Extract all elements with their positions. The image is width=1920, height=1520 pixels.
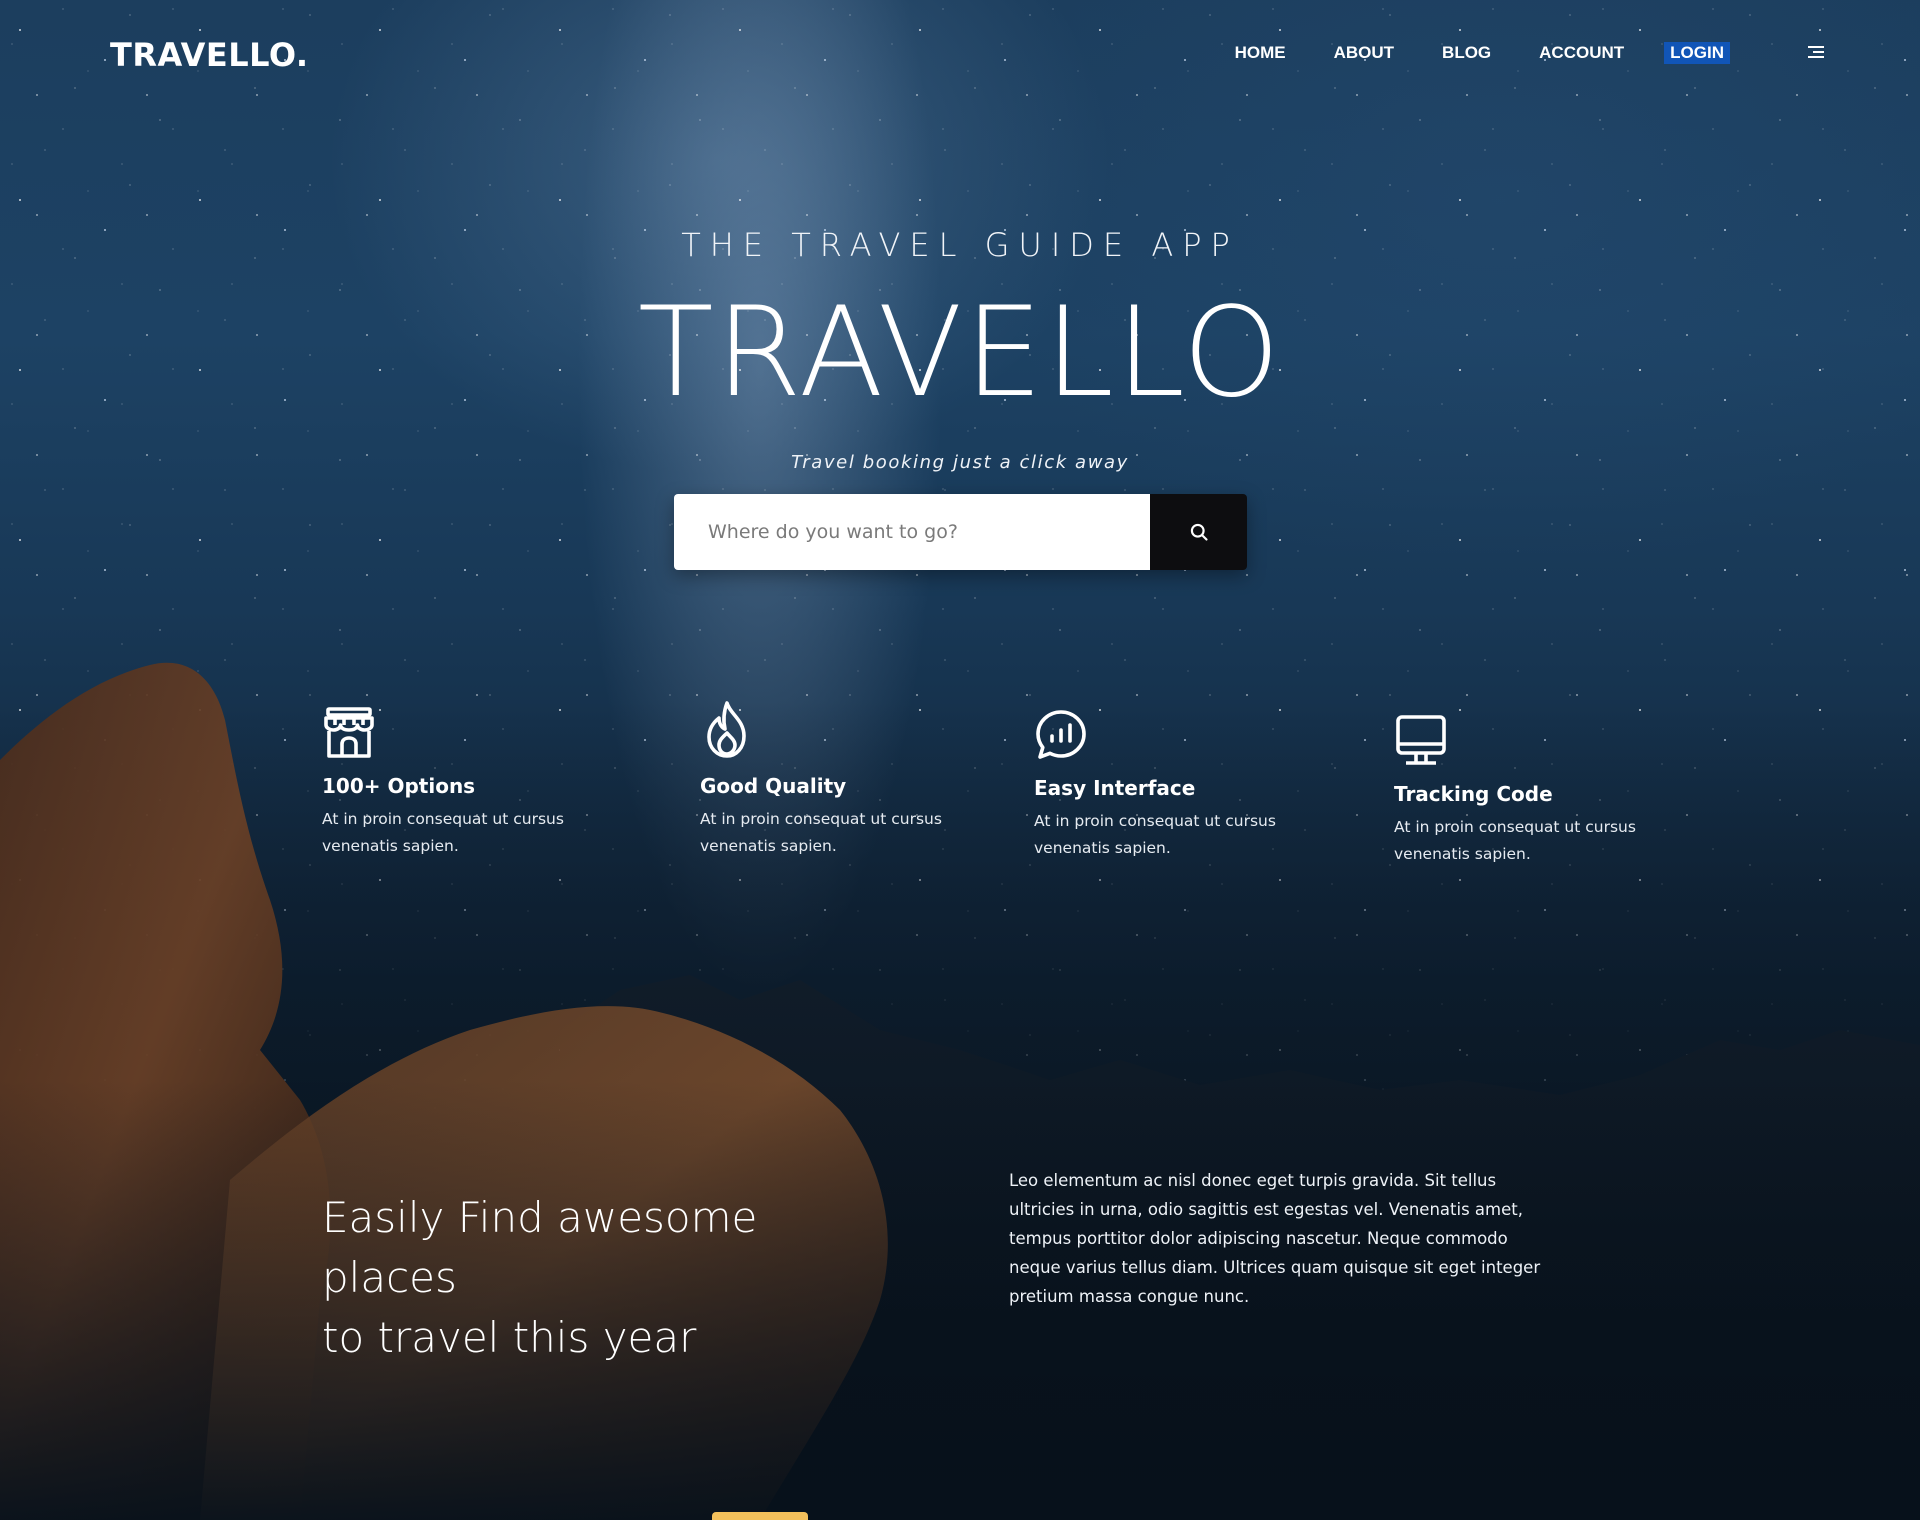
nav-login[interactable]: LOGIN: [1664, 42, 1730, 64]
section-heading-line-1: Easily Find awesome places: [322, 1193, 758, 1302]
feature-text: At in proin consequat ut cursus venenati…: [1394, 818, 1636, 863]
hero-title: TRAVELLO: [637, 281, 1283, 425]
nav-home[interactable]: HOME: [1235, 43, 1286, 63]
feature-text: At in proin consequat ut cursus venenati…: [700, 810, 942, 855]
site-logo[interactable]: TRAVELLO.: [110, 36, 308, 74]
nav-blog[interactable]: BLOG: [1442, 43, 1491, 63]
landing-page: TRAVELLO. HOME ABOUT BLOG ACCOUNT LOGIN …: [0, 0, 1920, 1520]
monitor-icon: [1396, 715, 1446, 765]
feature-title: Tracking Code: [1394, 782, 1553, 806]
destination-search-input[interactable]: [674, 494, 1150, 570]
feature-item: Good Quality At in proin consequat ut cu…: [700, 700, 1000, 860]
chat-chart-icon: [1036, 710, 1086, 759]
feature-title: Easy Interface: [1034, 776, 1196, 800]
feature-title: Good Quality: [700, 774, 847, 798]
hamburger-menu-icon[interactable]: [1806, 46, 1824, 60]
nav-about[interactable]: ABOUT: [1334, 43, 1394, 63]
hero-kicker: THE TRAVEL GUIDE APP: [681, 226, 1239, 264]
section-heading: Easily Find awesome places to travel thi…: [322, 1188, 882, 1368]
hero-tagline: Travel booking just a click away: [791, 452, 1129, 473]
feature-text: At in proin consequat ut cursus venenati…: [1034, 812, 1276, 857]
destination-search-form: [674, 494, 1247, 570]
main-nav: HOME ABOUT BLOG ACCOUNT LOGIN: [1187, 42, 1730, 64]
flame-icon: [707, 701, 746, 758]
search-button[interactable]: [1150, 494, 1247, 570]
feature-title: 100+ Options: [322, 774, 476, 798]
feature-text: At in proin consequat ut cursus venenati…: [322, 810, 564, 855]
feature-item: 100+ Options At in proin consequat ut cu…: [322, 706, 622, 860]
search-icon: [1190, 523, 1208, 541]
section-paragraph: Leo elementum ac nisl donec eget turpis …: [1009, 1171, 1541, 1306]
nav-account[interactable]: ACCOUNT: [1539, 43, 1624, 63]
feature-item: Easy Interface At in proin consequat ut …: [1034, 708, 1334, 862]
section-heading-line-2: to travel this year: [322, 1313, 697, 1362]
store-icon: [324, 707, 374, 758]
cta-button-edge[interactable]: [712, 1512, 808, 1520]
feature-item: Tracking Code At in proin consequat ut c…: [1394, 714, 1694, 868]
